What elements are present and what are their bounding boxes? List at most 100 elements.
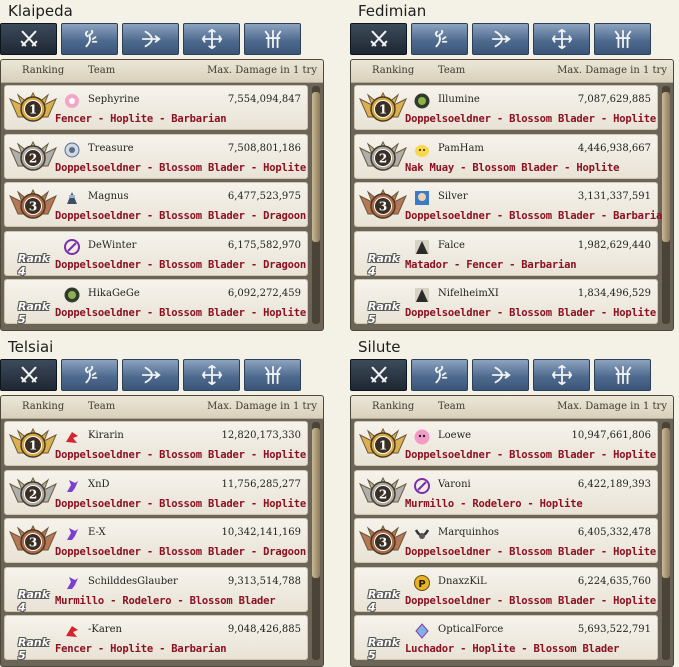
scrollbar[interactable]: [662, 86, 670, 324]
tab-cleric[interactable]: [183, 359, 240, 391]
max-damage: 7,554,094,847: [227, 94, 301, 105]
class-combo: Doppelsoeldner - Blossom Blader - Dragoo…: [55, 210, 306, 222]
tab-wizard[interactable]: [411, 359, 468, 391]
ranking-row[interactable]: 2 PamHam 4,446,938,667 Nak Muay - Blosso…: [354, 133, 658, 179]
class-combo: Luchador - Hoplite - Blossom Blader: [405, 643, 620, 655]
rank-badge: Rank 4: [358, 573, 408, 614]
medal-2-icon: 2: [8, 476, 58, 507]
ranking-row[interactable]: Rank 5 -Karen 9,048,426,885 Fencer - Hop…: [4, 615, 308, 662]
header-damage: Max. Damage in 1 try: [207, 401, 317, 412]
ranking-row[interactable]: Rank 4 Falce 1,982,629,440 Matador - Fen…: [354, 230, 658, 278]
scrollbar-thumb[interactable]: [312, 428, 320, 578]
tab-cleric[interactable]: [533, 359, 590, 391]
ranking-row[interactable]: Rank 4 SchilddesGlauber 9,313,514,788 Mu…: [4, 566, 308, 614]
wizard-class-icon: [84, 29, 97, 48]
ranking-row[interactable]: 2 XnD 11,756,285,277 Doppelsoeldner - Bl…: [4, 469, 308, 515]
rank-label: Rank 5: [368, 636, 400, 662]
ranking-row[interactable]: 1 Illumine 7,087,629,885 Doppelsoeldner …: [354, 85, 658, 130]
archer-class-icon: [491, 366, 511, 384]
class-combo: Murmillo - Rodelero - Blossom Blader: [55, 594, 276, 607]
server-panel: Klaipeda Ranking Team Max. Damage in 1 t…: [0, 0, 326, 331]
team-name: Falce: [438, 239, 465, 251]
scrollbar-thumb[interactable]: [662, 92, 670, 242]
class-combo: Fencer - Hoplite - Barbarian: [55, 113, 227, 125]
ranking-row[interactable]: 3 Magnus 6,477,523,975 Doppelsoeldner - …: [4, 182, 308, 227]
dark-portrait-icon: [415, 239, 429, 254]
tab-cleric[interactable]: [533, 23, 590, 55]
tab-cleric[interactable]: [183, 23, 240, 55]
header-ranking: Ranking: [372, 401, 415, 412]
max-damage: 1,834,496,529: [577, 288, 651, 299]
medal-rank-number: 1: [29, 103, 37, 117]
tab-swordsman[interactable]: [350, 23, 407, 55]
tab-archer[interactable]: [472, 23, 529, 55]
ranking-row[interactable]: Rank 5 OpticalForce 5,693,522,791 Luchad…: [354, 615, 658, 662]
red-bird-icon: [66, 626, 78, 637]
max-damage: 7,508,801,186: [227, 142, 301, 154]
tab-swordsman[interactable]: [350, 359, 407, 391]
class-combo: Fencer - Hoplite - Barbarian: [55, 643, 227, 655]
tab-wizard[interactable]: [61, 359, 118, 391]
rank-badge: Rank 4: [358, 237, 408, 278]
team-name: DeWinter: [88, 239, 137, 251]
tab-wizard[interactable]: [61, 23, 118, 55]
purple-sigil-icon: [414, 477, 430, 494]
ranking-row[interactable]: 1 Loewe 10,947,661,806 Doppelsoeldner - …: [354, 421, 658, 466]
medal-rank-number: 3: [29, 536, 37, 550]
tab-scout[interactable]: [594, 23, 651, 55]
tab-scout[interactable]: [594, 359, 651, 391]
team-name: Sephyrine: [88, 94, 140, 105]
team-name: HikaGeGe: [88, 288, 140, 299]
max-damage: 6,422,189,393: [577, 478, 651, 490]
tab-scout[interactable]: [244, 359, 301, 391]
ranking-row[interactable]: Rank 5 HikaGeGe 6,092,272,459 Doppelsoel…: [4, 279, 308, 326]
swordsman-class-icon: [20, 366, 37, 383]
green-crest-icon: [64, 287, 80, 303]
rank-badge: 3: [358, 524, 408, 558]
round-emblem-icon: [64, 142, 80, 157]
scrollbar-thumb[interactable]: [312, 92, 320, 242]
tab-archer[interactable]: [122, 23, 179, 55]
rank-label: Rank 4: [368, 587, 400, 614]
ranking-row[interactable]: 1 Kirarin 12,820,173,330 Doppelsoeldner …: [4, 421, 308, 466]
scrollbar[interactable]: [662, 422, 670, 660]
rank-label: Rank 4: [368, 251, 400, 278]
team-name: Kirarin: [88, 430, 124, 441]
header-team: Team: [88, 401, 116, 412]
medal-rank-number: 1: [379, 103, 387, 117]
ranking-row[interactable]: 3 Silver 3,131,337,591 Doppelsoeldner - …: [354, 182, 668, 227]
cleric-class-icon: [551, 28, 572, 50]
team-name: Magnus: [88, 191, 129, 202]
team-name: SchilddesGlauber: [88, 575, 178, 587]
class-combo: Doppelsoeldner - Blossom Blader - Hoplit…: [405, 594, 656, 607]
rank-badge: 1: [8, 91, 58, 125]
dark-portrait-icon: [415, 288, 429, 302]
rank-badge: Rank 5: [358, 285, 408, 326]
class-combo: Murmillo - Rodelero - Hoplite: [405, 497, 583, 510]
scrollbar[interactable]: [312, 422, 320, 660]
tab-scout[interactable]: [244, 23, 301, 55]
ranking-row[interactable]: 3 E-X 10,342,141,169 Doppelsoeldner - Bl…: [4, 518, 308, 563]
tab-swordsman[interactable]: [0, 23, 57, 55]
ranking-row[interactable]: 3 Marquinhos 6,405,332,478 Doppelsoeldne…: [354, 518, 658, 563]
scout-class-icon: [264, 365, 281, 385]
medal-3-icon: 3: [8, 188, 58, 219]
medal-2-icon: 2: [358, 140, 408, 171]
tab-wizard[interactable]: [411, 23, 468, 55]
tab-archer[interactable]: [472, 359, 529, 391]
scrollbar[interactable]: [312, 86, 320, 324]
header-team: Team: [88, 65, 116, 76]
scrollbar-thumb[interactable]: [662, 428, 670, 578]
tab-archer[interactable]: [122, 359, 179, 391]
server-name: Klaipeda: [8, 2, 73, 20]
tab-swordsman[interactable]: [0, 359, 57, 391]
server-panel: Fedimian Ranking Team Max. Damage in 1 t…: [350, 0, 676, 331]
ranking-row[interactable]: Rank 4 DeWinter 6,175,582,970 Doppelsoel…: [4, 230, 308, 278]
ranking-row[interactable]: 2 Treasure 7,508,801,186 Doppelsoeldner …: [4, 133, 308, 179]
ranking-row[interactable]: 1 Sephyrine 7,554,094,847 Fencer - Hopli…: [4, 85, 308, 130]
ranking-row[interactable]: Rank 4 P DnaxzKiL 6,224,635,760 Doppelso…: [354, 566, 658, 614]
class-tabs: [0, 359, 310, 391]
class-combo: Doppelsoeldner - Blossom Blader - Hoplit…: [405, 113, 656, 125]
ranking-row[interactable]: 2 Varoni 6,422,189,393 Murmillo - Rodele…: [354, 469, 658, 515]
ranking-row[interactable]: Rank 5 NifelheimXI 1,834,496,529 Doppels…: [354, 279, 658, 326]
